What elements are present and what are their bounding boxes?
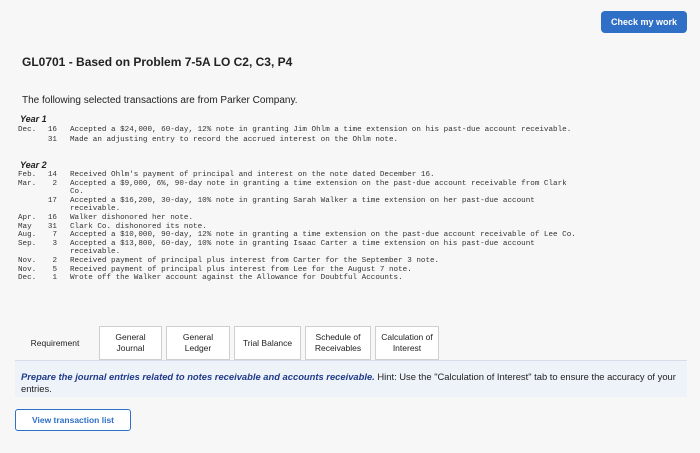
problem-title: GL0701 - Based on Problem 7-5A LO C2, C3… — [22, 55, 293, 69]
transaction-day: 16 — [47, 214, 57, 222]
transaction-text: Received payment of principal plus inter… — [70, 257, 440, 265]
transaction-text: receivable. — [70, 205, 121, 214]
transaction-text: Walker dishonored her note. — [70, 214, 194, 222]
transaction-month: Nov. — [18, 265, 37, 274]
transaction-month: Sep. — [18, 239, 37, 248]
transaction-text: Accepted a $24,000, 60-day, 12% note in … — [70, 126, 572, 134]
transaction-day: 1 — [52, 274, 57, 283]
problem-intro: The following selected transactions are … — [22, 95, 298, 106]
transaction-text: Clark Co. dishonored its note. — [70, 222, 207, 231]
tab-general-ledger[interactable]: General Ledger — [166, 326, 230, 360]
transaction-day: 5 — [52, 265, 57, 274]
transaction-day: 31 — [47, 222, 57, 231]
year-2-heading: Year 2 — [20, 160, 47, 170]
transaction-text: Accepted a $13,800, 60-day, 10% note in … — [70, 239, 535, 248]
transaction-day: 3 — [52, 239, 57, 248]
tab-calculation-of-interest[interactable]: Calculation of Interest — [375, 326, 439, 360]
transaction-text: Accepted a $10,000, 90-day, 12% note in … — [70, 231, 576, 240]
transaction-text: Co. — [70, 188, 84, 197]
tab-general-journal[interactable]: General Journal — [99, 326, 162, 360]
transaction-text: Accepted a $9,000, 6%, 90-day note in gr… — [70, 179, 567, 188]
transaction-month: Aug. — [18, 231, 37, 240]
transaction-day: 2 — [52, 179, 57, 188]
tab-bar: Requirement General Journal General Ledg… — [15, 326, 439, 360]
transaction-text: Wrote off the Walker account against the… — [70, 274, 403, 283]
tab-schedule-of-receivables[interactable]: Schedule of Receivables — [305, 326, 371, 360]
transaction-text: Received payment of principal plus inter… — [70, 265, 412, 274]
instruction-bold: Prepare the journal entries related to n… — [21, 371, 375, 382]
transaction-month: Dec. — [18, 274, 37, 283]
transaction-text: Accepted a $16,200, 30-day, 10% note in … — [70, 196, 535, 205]
transaction-month: Dec. — [18, 126, 37, 134]
transaction-month: Nov. — [18, 257, 37, 265]
year-1-heading: Year 1 — [20, 114, 47, 124]
transaction-month: Apr. — [18, 214, 37, 222]
view-transaction-list-button[interactable]: View transaction list — [15, 409, 131, 431]
transaction-day: 17 — [47, 196, 57, 205]
transaction-text: receivable. — [70, 248, 121, 257]
transaction-day: 31 — [47, 136, 57, 144]
transaction-day: 14 — [47, 171, 57, 179]
transaction-day: 2 — [52, 257, 57, 265]
transaction-text: Received Ohlm's payment of principal and… — [70, 171, 435, 179]
transaction-month: Mar. — [18, 179, 37, 188]
transaction-month: Feb. — [18, 171, 37, 179]
transaction-month: May — [18, 222, 32, 231]
transaction-day: 16 — [47, 126, 57, 134]
transaction-text: Made an adjusting entry to record the ac… — [70, 136, 399, 144]
check-my-work-button[interactable]: Check my work — [601, 11, 687, 33]
instruction-text: Prepare the journal entries related to n… — [21, 371, 681, 395]
tab-trial-balance[interactable]: Trial Balance — [234, 326, 301, 360]
tab-requirement[interactable]: Requirement — [15, 326, 95, 360]
transaction-day: 7 — [52, 231, 57, 240]
